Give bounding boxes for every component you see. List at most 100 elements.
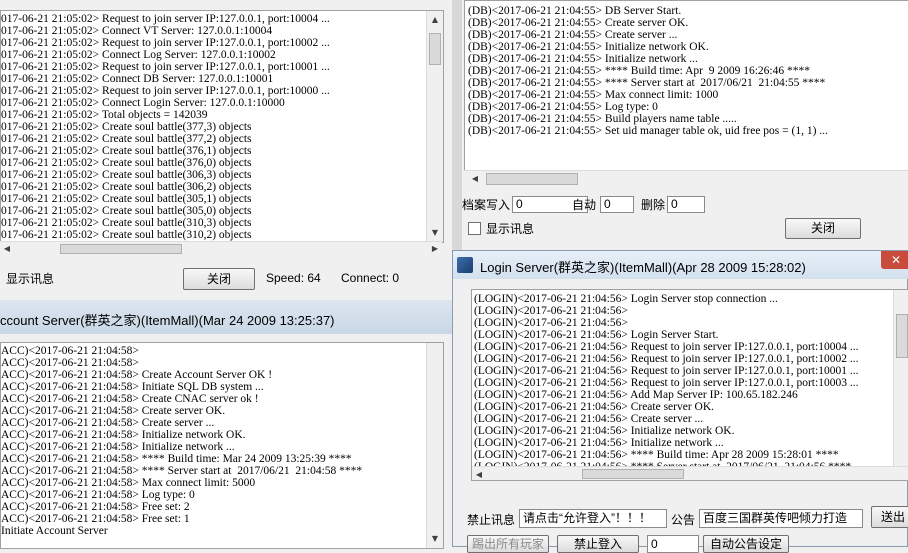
login-send-button[interactable]: 送出 [871,506,908,528]
log-line: ACC)<2017-06-21 21:04:58> Create server … [1,405,226,417]
log-line: (DB)<2017-06-21 21:04:55> Create server … [468,29,678,41]
log-line: ACC)<2017-06-21 21:04:58> [1,357,139,369]
auto-notice-settings-button[interactable]: 自动公告设定 [703,535,789,553]
account-title-bar[interactable]: ccount Server(群英之家)(ItemMall)(Mar 24 200… [0,300,452,334]
app-icon [457,257,473,273]
log-line: (LOGIN)<2017-06-21 21:04:56> Initialize … [474,425,735,437]
log-line: (DB)<2017-06-21 21:04:55> DB Server Star… [468,5,682,17]
db-archive-write-label: 档案写入 [462,198,511,212]
login-counter-field[interactable]: 0 [647,535,699,553]
db-close-button[interactable]: 关闭 [785,218,861,239]
log-line: 017-06-21 21:05:02> Create soul battle(3… [1,133,252,145]
scroll-down-icon[interactable]: ▼ [427,227,443,239]
log-line: ACC)<2017-06-21 21:04:58> Create CNAC se… [1,393,259,405]
log-line: (DB)<2017-06-21 21:04:55> Set uid manage… [468,125,828,137]
vt-hscroll-thumb[interactable] [60,244,182,254]
close-icon[interactable]: ✕ [881,251,908,269]
log-line: ACC)<2017-06-21 21:04:58> Create server … [1,417,215,429]
log-line: (LOGIN)<2017-06-21 21:04:56> Login Serve… [474,293,778,305]
log-line: 017-06-21 21:05:02> Request to join serv… [1,61,330,73]
ban-login-button[interactable]: 禁止登入 [557,535,639,553]
scroll-up-icon[interactable]: ▲ [427,14,443,26]
log-line: ACC)<2017-06-21 21:04:58> Create Account… [1,369,273,381]
log-line: 017-06-21 21:05:02> Request to join serv… [1,85,330,97]
log-line: ACC)<2017-06-21 21:04:58> Free set: 2 [1,501,190,513]
log-line: ACC)<2017-06-21 21:04:58> **** Server st… [1,465,363,477]
log-line: ACC)<2017-06-21 21:04:58> Initiate SQL D… [1,381,264,393]
login-scroll-thumb[interactable] [896,314,908,358]
vt-scroll-thumb[interactable] [429,33,441,65]
log-line: 017-06-21 21:05:02> Total objects = 1420… [1,109,208,121]
log-line: 017-06-21 21:05:02> Create soul battle(3… [1,205,252,217]
log-line: (LOGIN)<2017-06-21 21:04:56> [474,305,628,317]
db-server-window: (DB)<2017-06-21 21:04:55> DB Server Star… [462,0,908,248]
log-line: (DB)<2017-06-21 21:04:55> Build players … [468,113,737,125]
log-line: 017-06-21 21:05:02> Create soul battle(3… [1,145,252,157]
log-line: 017-06-21 21:05:02> Connect VT Server: 1… [1,25,273,37]
log-line: ACC)<2017-06-21 21:04:58> Free set: 1 [1,513,190,525]
login-log-lines: (LOGIN)<2017-06-21 21:04:56> Login Serve… [474,293,894,480]
log-line: ACC)<2017-06-21 21:04:58> Initialize net… [1,441,235,453]
vt-log-lines: 017-06-21 21:05:02> Request to join serv… [1,13,426,241]
kick-all-players-button[interactable]: 踢出所有玩家 [467,535,549,553]
log-line: (LOGIN)<2017-06-21 21:04:56> Login Serve… [474,329,719,341]
log-line: (LOGIN)<2017-06-21 21:04:56> Create serv… [474,413,704,425]
log-line: (DB)<2017-06-21 21:04:55> Log type: 0 [468,101,658,113]
db-delete-field[interactable]: 0 [667,196,705,213]
db-hscroll-thumb[interactable] [486,173,578,185]
log-line: 017-06-21 21:05:02> Connect Login Server… [1,97,285,109]
login-notice-field[interactable]: 百度三国群英传吧倾力打造 [699,509,863,528]
db-auto-field[interactable]: 0 [600,196,634,213]
vt-close-button[interactable]: 关闭 [183,268,255,290]
log-line: (DB)<2017-06-21 21:04:55> **** Server st… [468,77,826,89]
db-log-lines: (DB)<2017-06-21 21:04:55> DB Server Star… [468,5,908,137]
log-line: (LOGIN)<2017-06-21 21:04:56> Add Map Ser… [474,389,798,401]
account-window-title: ccount Server(群英之家)(ItemMall)(Mar 24 200… [0,313,335,328]
db-show-info-label: 显示讯息 [486,222,535,236]
log-line: 017-06-21 21:05:02> Create soul battle(3… [1,121,252,133]
vt-horizontal-scrollbar[interactable]: ◀ ▶ [0,241,442,256]
log-line: (LOGIN)<2017-06-21 21:04:56> Request to … [474,353,859,365]
login-log-area: (LOGIN)<2017-06-21 21:04:56> Login Serve… [471,289,908,481]
vt-server-window: 017-06-21 21:05:02> Request to join serv… [0,0,452,300]
login-vertical-scrollbar[interactable] [893,290,908,466]
log-line: (DB)<2017-06-21 21:04:55> Max connect li… [468,89,719,101]
log-line: (LOGIN)<2017-06-21 21:04:56> [474,317,628,329]
account-vertical-scrollbar[interactable]: ▼ [426,343,443,548]
log-line: 017-06-21 21:05:02> Create soul battle(3… [1,229,252,241]
vt-log-area: 017-06-21 21:05:02> Request to join serv… [0,10,444,243]
log-line: 017-06-21 21:05:02> Request to join serv… [1,37,330,49]
log-line: (DB)<2017-06-21 21:04:55> **** Build tim… [468,65,810,77]
log-line: (LOGIN)<2017-06-21 21:04:56> **** Build … [474,449,839,461]
scroll-down-icon[interactable]: ▼ [427,533,443,545]
login-ban-info-label: 禁止讯息 [467,513,516,527]
log-line: (LOGIN)<2017-06-21 21:04:56> Request to … [474,365,859,377]
log-line: (DB)<2017-06-21 21:04:55> Create server … [468,17,689,29]
login-horizontal-scrollbar[interactable]: ◀ [472,466,908,480]
db-horizontal-scrollbar[interactable]: ◀ [464,170,908,187]
log-line: 017-06-21 21:05:02> Create soul battle(3… [1,169,252,181]
login-title-bar[interactable]: Login Server(群英之家)(ItemMall)(Apr 28 2009… [453,251,908,279]
account-log-lines: ACC)<2017-06-21 21:04:58> ACC)<2017-06-21… [1,345,426,537]
account-server-window: ccount Server(群英之家)(ItemMall)(Mar 24 200… [0,300,452,549]
login-hscroll-thumb[interactable] [582,469,684,479]
account-log-area: ACC)<2017-06-21 21:04:58> ACC)<2017-06-21… [0,342,444,549]
log-line: ACC)<2017-06-21 21:04:58> [1,345,139,357]
vt-show-info-label: 显示讯息 [6,272,55,286]
scroll-left-icon[interactable]: ◀ [470,174,480,183]
log-line: Initiate Account Server [1,525,108,537]
db-show-info-checkbox[interactable] [468,222,481,235]
vt-vertical-scrollbar[interactable]: ▲ ▼ [426,11,443,242]
log-line: ACC)<2017-06-21 21:04:58> Max connect li… [1,477,256,489]
log-line: (LOGIN)<2017-06-21 21:04:56> Initialize … [474,437,724,449]
log-line: ACC)<2017-06-21 21:04:58> **** Build tim… [1,453,352,465]
login-window-title: Login Server(群英之家)(ItemMall)(Apr 28 2009… [480,260,806,275]
login-notice-label: 公告 [671,513,696,527]
db-auto-label: 自动 [572,198,597,212]
log-line: (DB)<2017-06-21 21:04:55> Initialize net… [468,41,709,53]
scroll-left-icon[interactable]: ◀ [474,469,484,480]
scroll-right-icon[interactable]: ▶ [430,244,440,253]
log-line: 017-06-21 21:05:02> Create soul battle(3… [1,217,252,229]
scroll-left-icon[interactable]: ◀ [2,244,12,253]
login-ban-info-field[interactable]: 请点击“允许登入”！！！ [519,509,667,528]
